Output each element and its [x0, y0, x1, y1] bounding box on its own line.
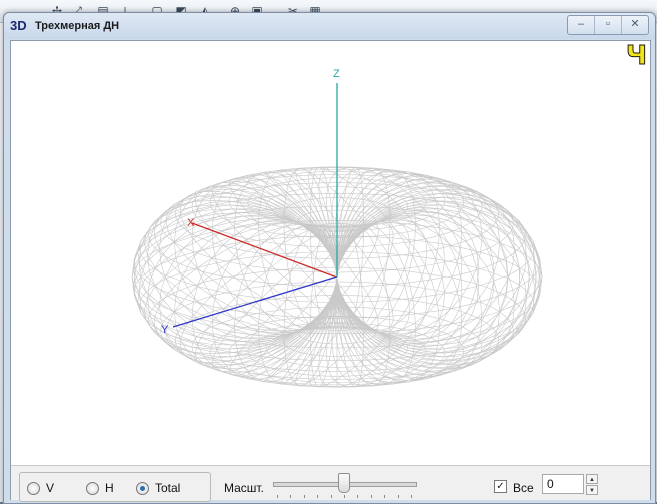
mode-v-radio[interactable]: V: [27, 481, 54, 495]
mesh-diagonal: [132, 216, 337, 338]
all-checkbox[interactable]: ✓: [494, 480, 507, 493]
slider-tick: [371, 495, 372, 498]
slider-tick: [398, 495, 399, 498]
controls-panel: V H Total Масшт. ✓ Все 0 ▲ ▼: [11, 465, 650, 500]
window-buttons: ‒ ▫ ✕: [567, 15, 649, 35]
slider-tick: [331, 495, 332, 498]
mesh-diagonal: [264, 223, 378, 381]
scale-label: Масшт.: [224, 481, 264, 495]
mode-total-radio[interactable]: Total: [136, 481, 180, 495]
number-spinner: ▲ ▼: [586, 474, 598, 496]
corner-indicator: Ч: [626, 43, 647, 69]
radio-dot-icon: [86, 482, 99, 495]
mode-v-label: V: [46, 481, 54, 495]
radiation-pattern-mesh[interactable]: X Y Z: [11, 41, 650, 461]
minimize-button[interactable]: ‒: [568, 16, 595, 34]
x-axis-label: X: [187, 217, 195, 229]
maximize-button[interactable]: ▫: [595, 16, 622, 34]
3d-pattern-view[interactable]: X Y Z Ч: [11, 41, 650, 461]
scale-slider-thumb[interactable]: [338, 473, 350, 493]
all-checkbox-label: Все: [513, 481, 534, 495]
app-3d-icon: 3D: [10, 18, 27, 33]
mode-h-radio[interactable]: H: [86, 481, 114, 495]
pattern-3d-window: 3D Трехмерная ДН ‒ ▫ ✕ X Y Z Ч V H: [3, 12, 656, 504]
number-input[interactable]: 0: [542, 474, 584, 494]
slider-tick: [317, 495, 318, 498]
polarization-mode-group: V H Total: [19, 472, 211, 502]
client-area: X Y Z Ч V H Total Масшт.: [10, 40, 651, 500]
window-titlebar[interactable]: 3D Трехмерная ДН ‒ ▫ ✕: [4, 13, 655, 39]
radio-dot-selected-icon: [136, 482, 149, 495]
slider-tick: [384, 495, 385, 498]
mesh-diagonal: [195, 226, 342, 367]
slider-tick: [411, 495, 412, 498]
radio-dot-icon: [27, 482, 40, 495]
slider-tick: [344, 495, 345, 498]
mesh-diagonal: [264, 172, 378, 331]
mode-total-label: Total: [155, 481, 180, 495]
mode-h-label: H: [105, 481, 114, 495]
slider-tick: [357, 495, 358, 498]
slider-tick: [277, 495, 278, 498]
spin-down-icon[interactable]: ▼: [586, 485, 598, 495]
z-axis-label: Z: [333, 68, 340, 80]
y-axis-label: Y: [161, 324, 169, 336]
spin-up-icon[interactable]: ▲: [586, 474, 598, 484]
slider-tick: [290, 495, 291, 498]
slider-tick: [304, 495, 305, 498]
mesh-diagonal: [195, 187, 342, 328]
close-button[interactable]: ✕: [622, 16, 648, 34]
window-title: Трехмерная ДН: [35, 20, 119, 32]
